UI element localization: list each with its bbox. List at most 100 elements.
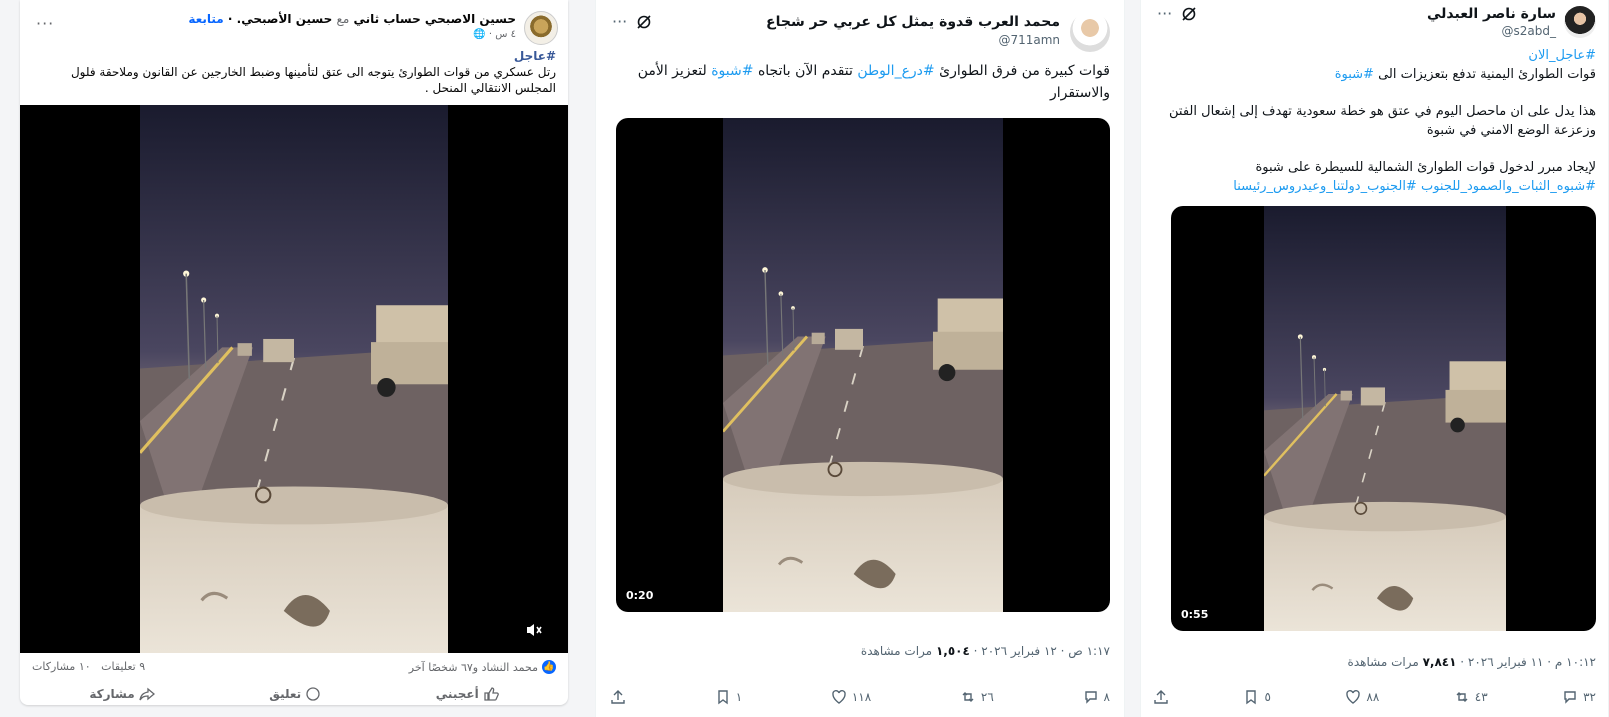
post-time: ٤ س · 🌐 — [473, 29, 516, 40]
text-line-3: لإيجاد مبرر لدخول قوات الطوارئ الشمالية … — [1255, 160, 1596, 175]
repost-icon — [962, 692, 974, 702]
comment-label: تعليق — [269, 687, 302, 701]
handle[interactable]: @s2abd_ — [1502, 24, 1556, 38]
hashtag-shabwa[interactable]: #شبوة — [711, 63, 753, 79]
tweet-middle: محمد العرب قدوة يمثل كل عربي حر شجاع @71… — [595, 0, 1125, 717]
text-start: قوات كبيرة من فرق الطوارئ — [939, 63, 1110, 79]
tweet-meta: ١٠:١٢ م · ١١ فبراير ٢٠٢٦ · ٧,٨٤١ مرات مش… — [1348, 655, 1596, 669]
tagged-user[interactable]: حسين الأصبحي — [241, 12, 332, 26]
text-line-1: قوات الطوارئ اليمنية تدفع بتعزيزات الى #… — [1151, 65, 1596, 84]
repost-icon — [1456, 692, 1468, 702]
avatar[interactable] — [524, 11, 558, 45]
reply-icon — [1564, 691, 1576, 704]
replies-count: ٣٢ — [1583, 690, 1596, 704]
author-name[interactable]: حسين الاصبحي حساب ثاني — [353, 12, 516, 26]
tweet-action-bar: ٥ ٨٨ ٤٣ ٣٢ — [1153, 689, 1596, 705]
like-button[interactable]: ١١٨ — [831, 689, 871, 705]
action-bar: أعجبني تعليق مشاركة — [32, 684, 556, 704]
timestamp[interactable]: ١٠:١٢ م · ١١ فبراير ٢٠٢٦ · — [1460, 655, 1596, 669]
avatar[interactable] — [1564, 6, 1596, 38]
globe-icon: 🌐 — [473, 29, 486, 40]
likes-count: ١١٨ — [851, 690, 872, 704]
video-frame — [140, 105, 448, 653]
shares-count[interactable]: ١٠ مشاركات — [32, 660, 91, 673]
line1-text: قوات الطوارئ اليمنية تدفع بتعزيزات الى — [1378, 67, 1596, 82]
share-icon — [138, 687, 155, 701]
display-name[interactable]: سارة ناصر العبدلي — [1427, 6, 1556, 22]
video-duration: 0:55 — [1181, 608, 1209, 621]
reaction-stats: 👍 محمد النشاد و٦٧ شخصًا آخر ٩ تعليقات ١٠… — [32, 660, 556, 678]
post-body: رتل عسكري من قوات الطوارئ يتوجه الى عتق … — [70, 65, 556, 95]
post-header: حسين الاصبحي حساب ثاني مع حسين الأصبحي. … — [30, 8, 558, 48]
comment-icon — [306, 687, 320, 701]
reposts-count: ٢٦ — [980, 690, 994, 704]
likes-summary[interactable]: 👍 محمد النشاد و٦٧ شخصًا آخر — [409, 660, 556, 674]
bookmark-icon — [718, 690, 728, 705]
display-name[interactable]: محمد العرب قدوة يمثل كل عربي حر شجاع — [766, 14, 1060, 30]
video-frame — [723, 118, 1003, 612]
hashtag-breaking[interactable]: #عاجل_الان — [1151, 46, 1596, 65]
feed-screenshot: حسين الاصبحي حساب ثاني مع حسين الأصبحي. … — [0, 0, 1609, 717]
bookmark-button[interactable]: ٥ — [1243, 689, 1271, 705]
views-count: ١,٥٠٤ — [935, 644, 970, 658]
views-label: مرات مشاهدة — [860, 644, 933, 658]
share-button[interactable] — [1153, 689, 1169, 705]
more-options-icon[interactable]: ··· — [36, 14, 54, 33]
bookmarks-count: ٥ — [1264, 690, 1271, 704]
timestamp[interactable]: ١:١٧ ص · ١٢ فبراير ٢٠٢٦ · — [974, 644, 1110, 658]
more-options-icon[interactable]: ··· — [612, 12, 627, 31]
video-player[interactable]: 0:55 — [1171, 206, 1596, 631]
video-player[interactable] — [20, 105, 568, 653]
video-duration: 0:20 — [626, 589, 654, 602]
grok-icon[interactable] — [636, 14, 652, 34]
follow-button[interactable]: متابعة — [188, 12, 223, 26]
reply-button[interactable]: ٣٢ — [1562, 689, 1596, 705]
with-text: مع — [336, 12, 350, 26]
handle[interactable]: @711amn — [998, 33, 1060, 47]
tweet-action-bar: ١ ١١٨ ٢٦ ٨ — [610, 689, 1110, 705]
bookmark-icon — [1246, 690, 1257, 705]
hashtag-shabwa[interactable]: #شبوة — [1335, 67, 1374, 82]
views-count: ٧,٨٤١ — [1422, 655, 1457, 669]
hashtag[interactable]: #عاجل — [32, 48, 556, 64]
text-mid: تتقدم الآن باتجاه — [757, 63, 853, 79]
tweet-text: #عاجل_الان قوات الطوارئ اليمنية تدفع بتع… — [1151, 46, 1596, 196]
replies-count: ٨ — [1103, 690, 1110, 704]
tweet-meta: ١:١٧ ص · ١٢ فبراير ٢٠٢٦ · ١,٥٠٤ مرات مشا… — [861, 644, 1110, 658]
like-button[interactable]: ٨٨ — [1345, 689, 1379, 705]
author-line: حسين الاصبحي حساب ثاني مع حسين الأصبحي. … — [188, 12, 516, 26]
hashtag-dir-alwatan[interactable]: #درع_الوطن — [857, 63, 934, 79]
more-options-icon[interactable]: ··· — [1157, 4, 1172, 23]
repost-button[interactable]: ٢٦ — [960, 689, 994, 705]
like-label: أعجبني — [435, 687, 479, 701]
bookmark-button[interactable]: ١ — [715, 689, 742, 705]
reply-icon — [1084, 691, 1097, 704]
upload-icon — [611, 690, 625, 704]
heart-icon — [1346, 689, 1361, 704]
comment-button[interactable]: تعليق — [269, 684, 321, 704]
time-label[interactable]: ٤ س — [495, 29, 516, 40]
likes-count: ٨٨ — [1366, 690, 1380, 704]
tweet-right: سارة ناصر العبدلي @s2abd_ ··· #عاجل_الان… — [1140, 0, 1609, 717]
likers-text: محمد النشاد و٦٧ شخصًا آخر — [408, 660, 538, 674]
views-label: مرات مشاهدة — [1347, 655, 1419, 669]
repost-button[interactable]: ٤٣ — [1454, 689, 1488, 705]
bookmarks-count: ١ — [735, 690, 743, 704]
video-frame — [1264, 206, 1506, 631]
grok-icon[interactable] — [1181, 6, 1197, 26]
facebook-post: حسين الاصبحي حساب ثاني مع حسين الأصبحي. … — [20, 0, 568, 705]
reply-button[interactable]: ٨ — [1083, 689, 1110, 705]
like-button[interactable]: أعجبني — [436, 684, 499, 704]
video-player[interactable]: 0:20 — [616, 118, 1110, 612]
hashtags-bottom[interactable]: #شبوه_الثبات_والصمود_للجنوب #الجنوب_دولت… — [1151, 177, 1596, 196]
like-reaction-icon: 👍 — [542, 660, 556, 674]
mute-icon[interactable] — [525, 622, 543, 642]
heart-icon — [832, 689, 846, 704]
avatar[interactable] — [1070, 12, 1110, 52]
share-button[interactable]: مشاركة — [89, 684, 155, 704]
post-text: #عاجل رتل عسكري من قوات الطوارئ يتوجه ال… — [32, 48, 556, 96]
comments-count[interactable]: ٩ تعليقات — [101, 660, 145, 673]
engagement-counts: ٩ تعليقات ١٠ مشاركات — [32, 660, 145, 673]
share-button[interactable] — [610, 689, 626, 705]
upload-icon — [1154, 690, 1168, 704]
